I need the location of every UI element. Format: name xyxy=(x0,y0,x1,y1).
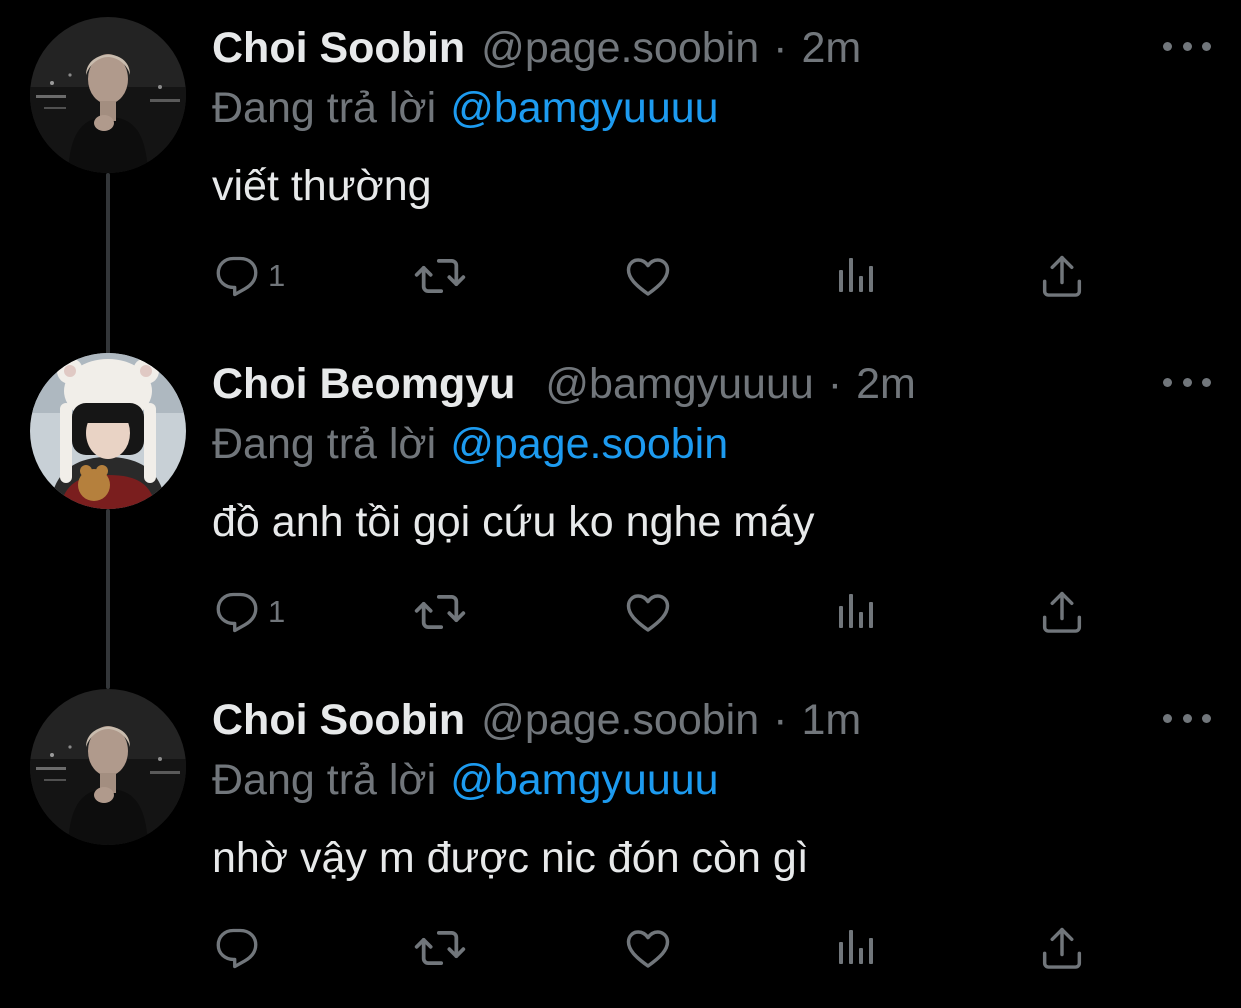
like-button[interactable] xyxy=(622,920,674,976)
retweet-icon xyxy=(414,594,466,630)
tweet-actions-bar: 1 xyxy=(212,584,1092,640)
share-icon xyxy=(1042,591,1082,633)
separator-dot: · xyxy=(773,696,788,744)
like-button[interactable] xyxy=(622,248,674,304)
like-button[interactable] xyxy=(622,584,674,640)
share-icon xyxy=(1042,255,1082,297)
separator-dot: · xyxy=(827,360,843,408)
tweet-header: Choi Soobin @page.soobin · 1m xyxy=(212,692,861,748)
avatar-photo-bear-hat xyxy=(30,353,186,509)
tweet-thread: Choi Soobin @page.soobin · 2m Đang trả l… xyxy=(0,0,1241,992)
author-name[interactable]: Choi Soobin xyxy=(212,20,465,76)
tweet-timestamp[interactable]: 1m xyxy=(801,692,861,748)
retweet-icon xyxy=(414,258,466,294)
reply-count: 1 xyxy=(268,258,286,293)
more-icon-dot xyxy=(1163,41,1172,51)
tweet[interactable]: Choi Soobin @page.soobin · 2m Đang trả l… xyxy=(0,0,1241,336)
views-button[interactable] xyxy=(832,248,880,304)
more-options-button[interactable] xyxy=(1163,702,1211,734)
reply-button[interactable]: 1 xyxy=(212,584,285,640)
replying-to-label: Đang trả lời xyxy=(212,756,437,804)
more-icon-dot xyxy=(1202,41,1211,51)
avatar-photo-night xyxy=(30,17,186,173)
analytics-icon xyxy=(839,594,873,628)
replying-to-line: Đang trả lời @page.soobin xyxy=(212,416,728,472)
mention-link[interactable]: @bamgyuuuu xyxy=(450,84,718,132)
avatar[interactable] xyxy=(30,17,186,173)
reply-button[interactable]: 1 xyxy=(212,248,285,304)
retweet-button[interactable] xyxy=(412,248,468,304)
more-options-button[interactable] xyxy=(1163,30,1211,62)
more-icon-dot xyxy=(1163,377,1172,387)
more-options-button[interactable] xyxy=(1163,366,1211,398)
author-handle[interactable]: @page.soobin xyxy=(481,20,759,76)
heart-icon xyxy=(626,594,670,632)
reply-count: 1 xyxy=(268,594,286,629)
share-button[interactable] xyxy=(1036,584,1088,640)
tweet-text: viết thường xyxy=(212,162,432,210)
author-handle[interactable]: @page.soobin xyxy=(481,692,759,748)
replying-to-label: Đang trả lời xyxy=(212,84,437,132)
tweet-actions-bar: 1 xyxy=(212,248,1092,304)
tweet[interactable]: Choi Beomgyu @bamgyuuuu · 2m Đang trả lờ… xyxy=(0,336,1241,672)
author-name[interactable]: Choi Beomgyu xyxy=(212,356,515,412)
reply-button[interactable] xyxy=(212,920,268,976)
mention-link[interactable]: @page.soobin xyxy=(450,420,728,468)
more-icon-dot xyxy=(1202,377,1211,387)
more-icon-dot xyxy=(1202,713,1211,723)
retweet-button[interactable] xyxy=(412,584,468,640)
more-icon-dot xyxy=(1163,713,1172,723)
more-icon-dot xyxy=(1182,41,1192,51)
share-button[interactable] xyxy=(1036,920,1088,976)
tweet-text: đồ anh tồi gọi cứu ko nghe máy xyxy=(212,498,815,546)
views-button[interactable] xyxy=(832,920,880,976)
more-icon-dot xyxy=(1182,713,1192,723)
views-button[interactable] xyxy=(832,584,880,640)
separator-dot: · xyxy=(773,24,788,72)
replying-to-label: Đang trả lời xyxy=(212,420,437,468)
tweet-header: Choi Soobin @page.soobin · 2m xyxy=(212,20,861,76)
replying-to-line: Đang trả lời @bamgyuuuu xyxy=(212,752,719,808)
replying-to-line: Đang trả lời @bamgyuuuu xyxy=(212,80,719,136)
tweet[interactable]: Choi Soobin @page.soobin · 1m Đang trả l… xyxy=(0,672,1241,1008)
retweet-icon xyxy=(414,930,466,966)
author-handle[interactable]: @bamgyuuuu xyxy=(545,356,813,412)
heart-icon xyxy=(626,258,670,296)
retweet-button[interactable] xyxy=(412,920,468,976)
tweet-timestamp[interactable]: 2m xyxy=(801,20,861,76)
analytics-icon xyxy=(839,258,873,292)
reply-icon xyxy=(216,256,258,297)
tweet-text: nhờ vậy m được nic đón còn gì xyxy=(212,834,809,882)
reply-icon xyxy=(216,928,258,969)
heart-icon xyxy=(626,930,670,968)
author-name[interactable]: Choi Soobin xyxy=(212,692,465,748)
mention-link[interactable]: @bamgyuuuu xyxy=(450,756,718,804)
analytics-icon xyxy=(839,930,873,964)
share-icon xyxy=(1042,927,1082,969)
avatar-photo-night xyxy=(30,689,186,845)
avatar[interactable] xyxy=(30,353,186,509)
reply-icon xyxy=(216,592,258,633)
tweet-timestamp[interactable]: 2m xyxy=(856,356,916,412)
more-icon-dot xyxy=(1182,377,1192,387)
tweet-actions-bar xyxy=(212,920,1092,976)
share-button[interactable] xyxy=(1036,248,1088,304)
tweet-header: Choi Beomgyu @bamgyuuuu · 2m xyxy=(212,356,916,412)
avatar[interactable] xyxy=(30,689,186,845)
